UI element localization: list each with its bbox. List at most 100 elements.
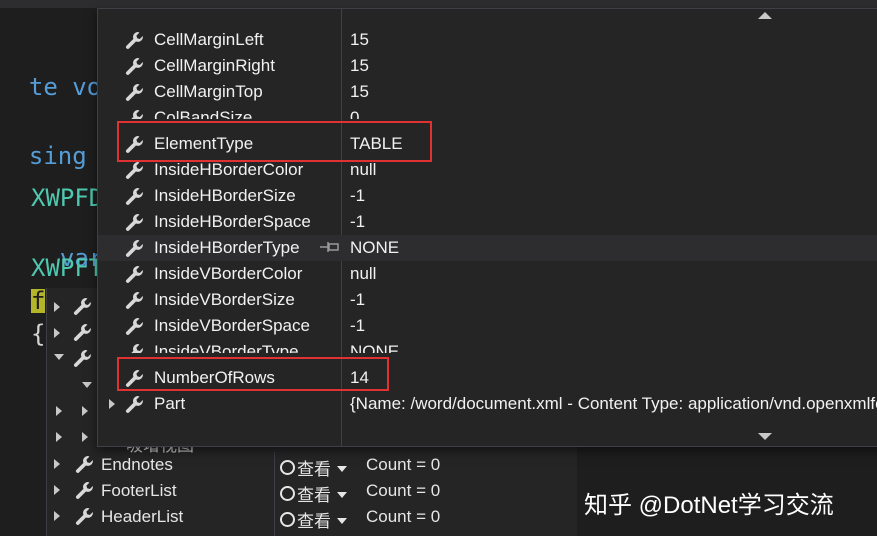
view-label: 查看 — [297, 486, 331, 505]
property-name: ColBandSize — [154, 108, 253, 119]
wrench-icon — [75, 508, 93, 525]
watch-row-expander[interactable] — [82, 406, 88, 416]
wrench-icon — [125, 214, 143, 231]
property-name: CellMarginLeft — [154, 30, 264, 49]
code-token: te — [28, 73, 58, 101]
property-row[interactable]: InsideVBorderType NONE — [98, 339, 877, 353]
code-line-7: { — [31, 320, 46, 348]
highlight-box-numberofrows — [117, 357, 389, 391]
wrench-icon — [125, 32, 143, 49]
property-row[interactable]: InsideVBorderSpace -1 — [98, 313, 877, 339]
code-token: sing — [28, 142, 87, 170]
code-line-5: XWPFT — [31, 254, 104, 282]
watch-row-expander[interactable] — [56, 406, 62, 416]
property-name: CellMarginRight — [154, 56, 275, 75]
property-name: InsideVBorderType — [154, 342, 299, 353]
view-dropdown[interactable]: 查看 — [280, 455, 347, 480]
wrench-icon — [75, 482, 93, 499]
property-value: NONE — [350, 238, 400, 257]
property-value: 15 — [350, 30, 369, 49]
watch-row-expander[interactable] — [82, 432, 88, 442]
property-row[interactable]: InsideHBorderSpace -1 — [98, 209, 877, 235]
scroll-down-arrow-icon[interactable] — [758, 433, 772, 440]
panel-divider — [274, 452, 275, 536]
expand-arrow-icon[interactable] — [54, 485, 60, 495]
property-value: NONE — [350, 342, 400, 353]
watch-row-expander[interactable] — [56, 432, 62, 442]
chevron-down-icon — [337, 492, 347, 498]
watch-row-headerlist[interactable]: HeaderList 查看 Count = 0 — [46, 504, 576, 532]
watch-row-name: Endnotes — [101, 455, 173, 474]
property-row[interactable]: InsideHBorderSize -1 — [98, 183, 877, 209]
wrench-icon — [125, 240, 143, 257]
chevron-down-icon — [337, 466, 347, 472]
property-value: null — [350, 264, 377, 283]
property-row-part[interactable]: Part {Name: /word/document.xml - Content… — [98, 391, 877, 417]
scroll-up-arrow-icon[interactable] — [758, 12, 772, 19]
watch-row-expander[interactable] — [54, 328, 60, 338]
property-value: -1 — [350, 212, 366, 231]
property-name: InsideHBorderType — [154, 238, 300, 257]
search-icon — [280, 460, 295, 475]
property-value: 0 — [350, 108, 360, 119]
property-value: -1 — [350, 290, 366, 309]
pin-icon[interactable] — [320, 241, 340, 253]
property-row[interactable]: ColBandSize 0 — [98, 105, 877, 119]
wrench-icon — [125, 188, 143, 205]
property-name: InsideVBorderSpace — [154, 316, 310, 335]
watch-row-footerlist[interactable]: FooterList 查看 Count = 0 — [46, 478, 576, 506]
property-row[interactable]: CellMarginTop 15 — [98, 79, 877, 105]
property-value: 15 — [350, 56, 369, 75]
wrench-icon — [125, 162, 143, 179]
watch-row-name: HeaderList — [101, 507, 184, 526]
wrench-icon — [73, 350, 91, 367]
property-name: InsideVBorderColor — [154, 264, 303, 283]
property-name: InsideHBorderColor — [154, 160, 304, 179]
watch-row-value: Count = 0 — [366, 481, 441, 500]
wrench-icon — [125, 318, 143, 335]
search-icon — [280, 486, 295, 501]
code-line-6: f — [31, 287, 46, 315]
property-value: 15 — [350, 82, 369, 101]
watch-row-endnotes[interactable]: Endnotes 查看 Count = 0 — [46, 452, 576, 480]
property-name: InsideHBorderSize — [154, 186, 296, 205]
property-name: CellMarginTop — [154, 82, 263, 101]
property-row[interactable]: InsideVBorderSize -1 — [98, 287, 877, 313]
watch-row-expander[interactable] — [54, 354, 64, 360]
view-dropdown[interactable]: 查看 — [280, 507, 347, 532]
wrench-icon — [131, 344, 143, 353]
watch-row-expander[interactable] — [54, 302, 60, 312]
property-value: null — [350, 160, 377, 179]
watch-row-value: Count = 0 — [366, 507, 441, 526]
wrench-icon — [75, 456, 93, 473]
property-value: -1 — [350, 186, 366, 205]
expand-arrow-icon[interactable] — [109, 399, 115, 409]
wrench-icon — [73, 324, 91, 341]
view-dropdown[interactable]: 查看 — [280, 481, 347, 506]
view-label: 查看 — [297, 512, 331, 531]
wrench-icon — [125, 58, 143, 75]
code-line-3: XWPFD — [31, 184, 104, 212]
property-row[interactable]: InsideVBorderColor null — [98, 261, 877, 287]
property-row[interactable]: CellMarginRight 15 — [98, 53, 877, 79]
expand-arrow-icon[interactable] — [54, 511, 60, 521]
property-name: Part — [154, 394, 186, 413]
watch-row-name: FooterList — [101, 481, 177, 500]
property-value: {Name: /word/document.xml - Content Type… — [350, 394, 877, 413]
title-strip — [0, 0, 877, 8]
wrench-icon — [125, 396, 143, 413]
watch-row-expander[interactable] — [82, 382, 92, 388]
property-value: -1 — [350, 316, 366, 335]
wrench-icon — [131, 110, 143, 119]
view-label: 查看 — [297, 460, 331, 479]
watch-row-value: Count = 0 — [366, 455, 441, 474]
watermark-text: 知乎 @DotNet学习交流 — [584, 492, 834, 519]
property-row-hovered[interactable]: InsideHBorderType NONE — [98, 235, 877, 261]
wrench-icon — [125, 84, 143, 101]
wrench-icon — [73, 298, 91, 315]
property-row[interactable]: CellMarginLeft 15 — [98, 27, 877, 53]
wrench-icon — [125, 266, 143, 283]
expand-arrow-icon[interactable] — [54, 459, 60, 469]
property-name: InsideVBorderSize — [154, 290, 295, 309]
property-name: InsideHBorderSpace — [154, 212, 311, 231]
